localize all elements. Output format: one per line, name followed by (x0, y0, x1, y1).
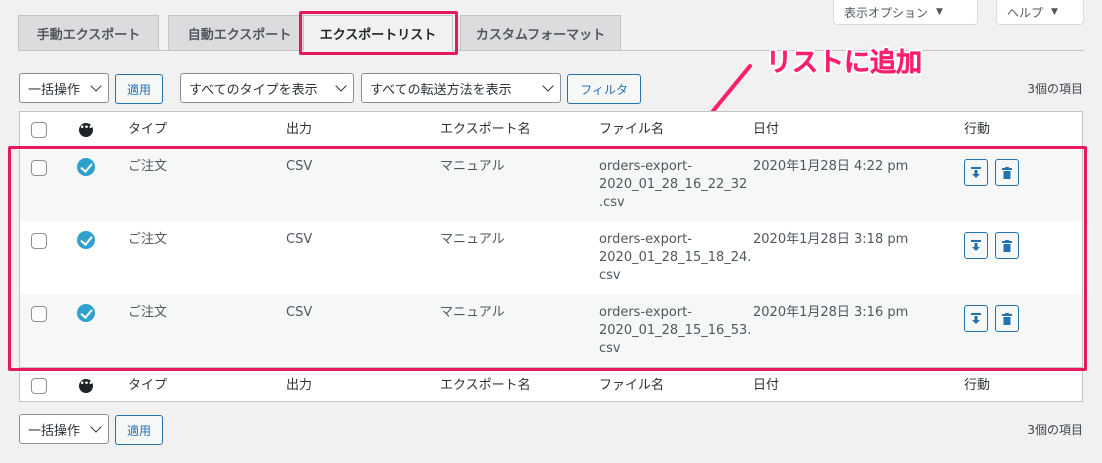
filter-label: フィルタ (580, 82, 628, 97)
column-header-actions: 行動 (964, 122, 991, 137)
type-filter-value: すべてのタイプを表示 (189, 82, 318, 98)
tab-label: 手動エクスポート (36, 27, 141, 43)
column-footer-export-name[interactable]: エクスポート名 (440, 377, 531, 395)
nav-tabs: 手動エクスポート 自動エクスポート エクスポートリスト カスタムフォーマット (18, 15, 1084, 51)
column-header-output[interactable]: 出力 (286, 121, 312, 139)
column-footer-file-name[interactable]: ファイル名 (599, 377, 664, 395)
tab-manual-export[interactable]: 手動エクスポート (18, 15, 159, 51)
item-count-bottom: 3個の項目 (1027, 423, 1083, 437)
column-footer-date[interactable]: 日付 (753, 377, 779, 395)
column-footer-output[interactable]: 出力 (286, 377, 312, 395)
table-footer: ••• タイプ 出力 エクスポート名 ファイル名 日付 行動 (20, 367, 1082, 403)
column-header-type[interactable]: タイプ (128, 121, 167, 139)
tab-label: カスタムフォーマット (475, 27, 606, 43)
apply-button-bottom[interactable]: 適用 (115, 415, 163, 445)
tab-export-list[interactable]: エクスポートリスト (303, 15, 453, 51)
chevron-down-icon (542, 80, 554, 92)
tab-label: 自動エクスポート (187, 27, 292, 43)
column-header-file-name[interactable]: ファイル名 (599, 121, 664, 139)
select-all-checkbox-footer[interactable] (31, 378, 47, 394)
chevron-down-icon (90, 421, 102, 433)
tab-auto-export[interactable]: 自動エクスポート (168, 15, 311, 51)
tab-custom-format[interactable]: カスタムフォーマット (460, 15, 621, 51)
bulk-action-select[interactable]: 一括操作 (19, 73, 109, 103)
annotation-label: リストに追加 (766, 48, 923, 79)
column-header-export-name[interactable]: エクスポート名 (440, 121, 531, 139)
select-all-checkbox[interactable] (31, 122, 47, 138)
tab-label: エクスポートリスト (319, 27, 437, 43)
column-footer-type[interactable]: タイプ (128, 377, 167, 395)
column-footer-actions: 行動 (964, 378, 991, 393)
status-column-icon: ••• (79, 123, 93, 137)
rows-highlight-box (8, 146, 1087, 371)
filter-button[interactable]: フィルタ (567, 74, 641, 104)
apply-label: 適用 (126, 423, 151, 438)
apply-button[interactable]: 適用 (115, 74, 163, 104)
bulk-action-select-bottom[interactable]: 一括操作 (19, 414, 109, 444)
item-count-top: 3個の項目 (1027, 82, 1083, 96)
bulk-action-value: 一括操作 (28, 82, 81, 98)
chevron-down-icon (335, 80, 347, 92)
transfer-filter-select[interactable]: すべての転送方法を表示 (361, 73, 561, 103)
status-column-icon: ••• (79, 379, 93, 393)
bulk-action-value: 一括操作 (28, 423, 81, 439)
table-header: ••• タイプ 出力 エクスポート名 ファイル名 日付 行動 (20, 112, 1082, 148)
column-header-date[interactable]: 日付 (753, 121, 779, 139)
apply-label: 適用 (126, 82, 151, 97)
type-filter-select[interactable]: すべてのタイプを表示 (180, 73, 354, 103)
transfer-filter-value: すべての転送方法を表示 (370, 82, 512, 98)
chevron-down-icon (90, 80, 102, 92)
